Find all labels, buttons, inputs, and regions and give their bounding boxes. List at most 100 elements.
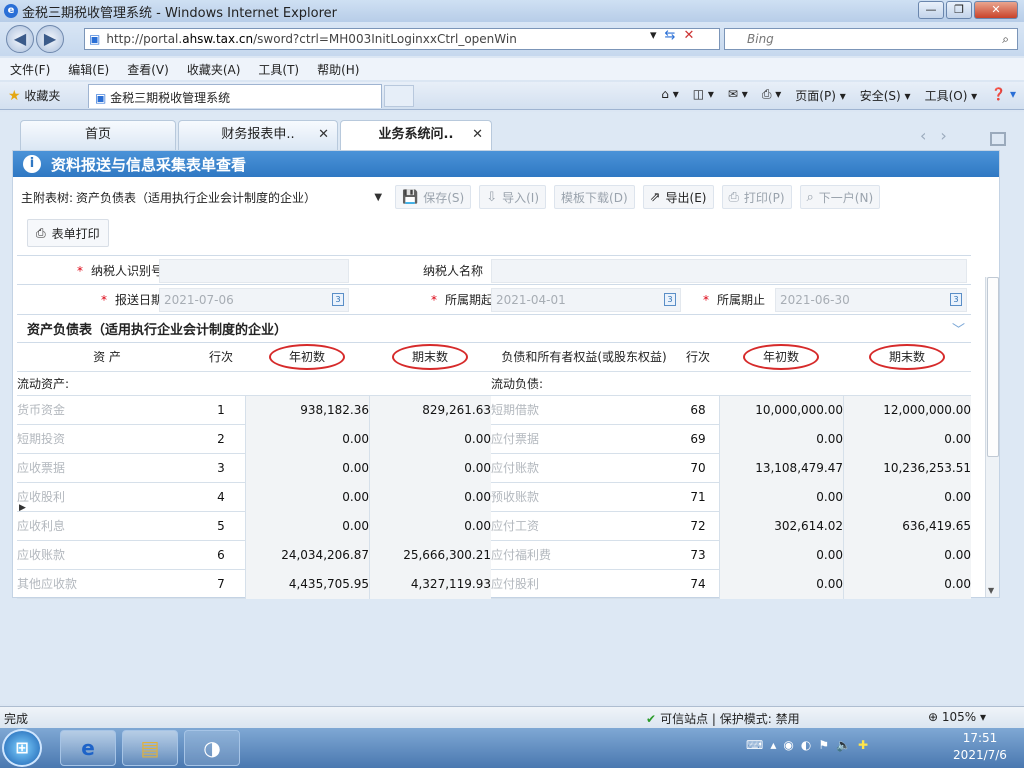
asset-begin-value[interactable]: 24,034,206.87	[245, 541, 369, 570]
close-icon[interactable]: ✕	[318, 121, 329, 149]
liability-begin-value[interactable]: 0.00	[719, 570, 843, 599]
back-button[interactable]: ◀	[6, 25, 34, 53]
home-icon[interactable]: ⌂ ▾	[661, 87, 678, 104]
liability-end-value[interactable]: 12,000,000.00	[843, 396, 971, 425]
liability-begin-value[interactable]: 13,108,479.47	[719, 454, 843, 483]
keyboard-icon[interactable]: ⌨	[746, 738, 763, 752]
calendar-icon[interactable]: 3	[332, 293, 344, 306]
tab-business-query[interactable]: 业务系统问.. ✕	[340, 120, 492, 150]
asset-begin-value[interactable]: 0.00	[245, 454, 369, 483]
period-start-field[interactable]: 2021-04-01 3	[491, 288, 681, 312]
app-tray-icon[interactable]: ◐	[801, 738, 811, 752]
liability-end-value[interactable]: 636,419.65	[843, 512, 971, 541]
page-menu[interactable]: 页面(P) ▾	[795, 87, 845, 104]
asset-end-value[interactable]: 0.00	[369, 454, 491, 483]
close-icon[interactable]: ✕	[472, 121, 483, 149]
menu-help[interactable]: 帮助(H)	[317, 61, 359, 78]
explorer-taskbar-icon[interactable]: ▤	[122, 730, 178, 766]
tab-scroll-arrows[interactable]: ‹›	[920, 126, 961, 145]
stop-icon[interactable]: ✕	[683, 28, 694, 43]
forward-button[interactable]: ▶	[36, 25, 64, 53]
asset-begin-value[interactable]: 0.00	[245, 512, 369, 541]
app-taskbar-icon[interactable]: ◑	[184, 730, 240, 766]
liability-begin-value[interactable]: 0.00	[719, 425, 843, 454]
period-end-field[interactable]: 2021-06-30 3	[775, 288, 967, 312]
network-icon[interactable]: ◉	[783, 738, 793, 752]
page-icon: ▣	[89, 32, 101, 46]
close-window-button[interactable]: ✕	[974, 1, 1018, 19]
address-bar[interactable]: ▣ http://portal. ahsw.tax.cn/sword?ctrl=M…	[84, 28, 720, 50]
print-icon[interactable]: ⎙ ▾	[762, 87, 781, 104]
start-button[interactable]: ⊞	[2, 729, 42, 767]
new-tab-button[interactable]	[384, 85, 414, 107]
taxpayer-name-field[interactable]	[491, 259, 967, 283]
browser-tab[interactable]: ▣ 金税三期税收管理系统	[88, 84, 382, 108]
asset-begin-value[interactable]: 938,182.36	[245, 396, 369, 425]
refresh-icon[interactable]: ⇆	[665, 28, 676, 43]
asset-begin-value[interactable]: 4,435,705.95	[245, 570, 369, 599]
add-icon[interactable]: ✚	[858, 738, 868, 752]
calendar-icon[interactable]: 3	[664, 293, 676, 306]
form-print-button[interactable]: ⎙ 表单打印	[27, 219, 109, 247]
asset-end-value[interactable]: 0.00	[369, 512, 491, 541]
flag-icon[interactable]: ⚑	[818, 738, 829, 752]
maximize-icon[interactable]	[990, 132, 1006, 146]
collapse-chevron-icon[interactable]: ﹀	[952, 319, 965, 343]
template-download-button[interactable]: 模板下载(D)	[554, 185, 635, 209]
submit-date-field[interactable]: 2021-07-06 3	[159, 288, 349, 312]
menu-favorites[interactable]: 收藏夹(A)	[187, 61, 241, 78]
tools-menu[interactable]: 工具(O) ▾	[925, 87, 978, 104]
asset-begin-value[interactable]: 0.00	[245, 483, 369, 512]
search-icon[interactable]: ⌕	[1002, 29, 1009, 49]
dropdown-arrow-icon[interactable]: ▾	[650, 28, 657, 43]
minimize-button[interactable]: —	[918, 1, 944, 19]
asset-end-value[interactable]: 0.00	[369, 483, 491, 512]
ie-taskbar-icon[interactable]: e	[60, 730, 116, 766]
asset-begin-value[interactable]: 0.00	[245, 425, 369, 454]
menu-view[interactable]: 查看(V)	[127, 61, 169, 78]
window-title: 金税三期税收管理系统 - Windows Internet Explorer	[22, 5, 337, 21]
zoom-control[interactable]: ⊕ 105% ▾	[928, 710, 986, 724]
asset-end-value[interactable]: 4,327,119.93	[369, 570, 491, 599]
tab-home[interactable]: 首页	[20, 120, 176, 150]
save-button[interactable]: 💾 保存(S)	[395, 185, 472, 209]
menu-file[interactable]: 文件(F)	[10, 61, 50, 78]
scroll-down-arrow-icon[interactable]: ▼	[988, 586, 994, 595]
help-icon[interactable]: ❓ ▾	[991, 87, 1016, 104]
volume-icon[interactable]: 🔈	[836, 738, 851, 752]
liability-end-value[interactable]: 0.00	[843, 425, 971, 454]
liability-end-value[interactable]: 0.00	[843, 541, 971, 570]
menu-edit[interactable]: 编辑(E)	[68, 61, 109, 78]
asset-end-value[interactable]: 829,261.63	[369, 396, 491, 425]
restore-button[interactable]: ❐	[946, 1, 972, 19]
scroll-thumb[interactable]	[987, 277, 999, 457]
search-input[interactable]: Bing ⌕	[724, 28, 1018, 50]
calendar-icon[interactable]: 3	[950, 293, 962, 306]
liability-begin-value[interactable]: 0.00	[719, 483, 843, 512]
liability-end-value[interactable]: 0.00	[843, 483, 971, 512]
liability-begin-value[interactable]: 10,000,000.00	[719, 396, 843, 425]
asset-end-value[interactable]: 0.00	[369, 425, 491, 454]
tray-up-icon[interactable]: ▴	[770, 738, 776, 752]
favorites-button[interactable]: ★ 收藏夹	[8, 87, 60, 104]
asset-end-value[interactable]: 25,666,300.21	[369, 541, 491, 570]
feeds-icon[interactable]: ◫ ▾	[693, 87, 714, 104]
tab-financial-report[interactable]: 财务报表申.. ✕	[178, 120, 338, 150]
liability-end-value[interactable]: 0.00	[843, 570, 971, 599]
col-begin: 年初数	[245, 343, 369, 372]
clock[interactable]: 17:51 2021/7/6	[940, 730, 1020, 764]
liability-end-value[interactable]: 10,236,253.51	[843, 454, 971, 483]
form-tree-select[interactable]: 资产负债表（适用执行企业会计制度的企业） ▼	[73, 186, 388, 208]
next-taxpayer-button[interactable]: ⌕ 下一户(N)	[799, 185, 881, 209]
liability-begin-value[interactable]: 0.00	[719, 541, 843, 570]
taxpayer-id-field[interactable]	[159, 259, 349, 283]
print-label: 打印(P)	[743, 190, 785, 205]
liability-begin-value[interactable]: 302,614.02	[719, 512, 843, 541]
print-button[interactable]: ⎙ 打印(P)	[721, 185, 792, 209]
safety-menu[interactable]: 安全(S) ▾	[860, 87, 911, 104]
export-button[interactable]: ⇗ 导出(E)	[642, 185, 714, 209]
mail-icon[interactable]: ✉ ▾	[728, 87, 748, 104]
menu-tools[interactable]: 工具(T)	[258, 61, 299, 78]
import-button[interactable]: ⇩ 导入(I)	[479, 185, 547, 209]
vertical-scrollbar[interactable]: ▼	[985, 277, 999, 597]
